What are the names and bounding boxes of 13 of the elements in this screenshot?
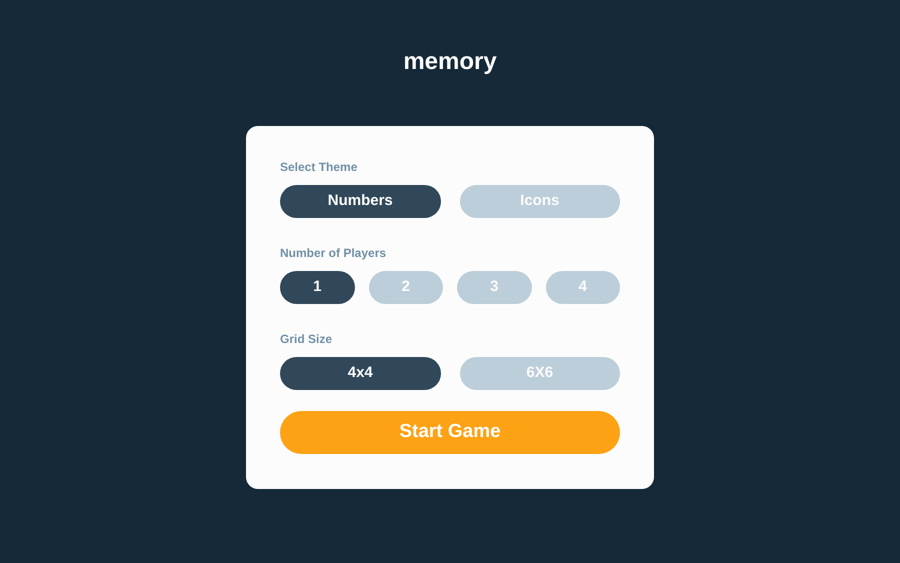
option-button[interactable]: Numbers <box>280 185 440 218</box>
option-button[interactable]: 3 <box>457 271 532 304</box>
start-game-button[interactable]: Start Game <box>280 411 620 454</box>
option-button[interactable]: 1 <box>280 271 354 304</box>
option-button[interactable]: 6X6 <box>460 357 620 390</box>
option-button[interactable]: 4x4 <box>280 357 440 390</box>
option-button[interactable]: Icons <box>460 185 620 218</box>
app-title: memory <box>402 48 498 76</box>
option-button[interactable]: 2 <box>368 271 443 304</box>
section-label: Grid Size <box>280 332 334 346</box>
option-button[interactable]: 4 <box>546 271 620 304</box>
section-label: Number of Players <box>280 246 388 260</box>
section-label: Select Theme <box>280 160 358 174</box>
